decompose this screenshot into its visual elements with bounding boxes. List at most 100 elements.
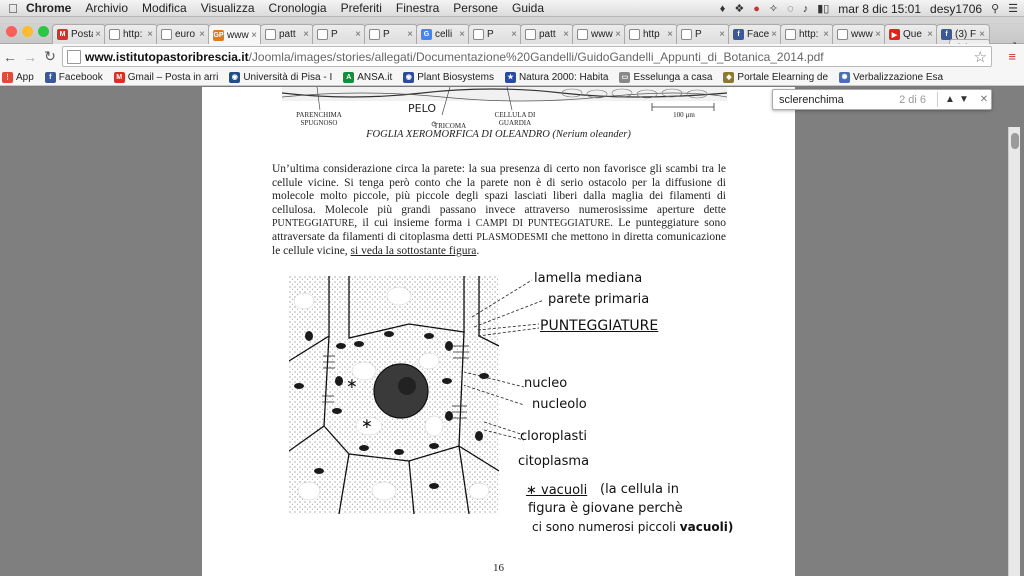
user-name[interactable]: desy1706 xyxy=(930,2,982,16)
browser-tab[interactable]: MPosta× xyxy=(52,24,106,44)
bookmark-favicon-icon: ✺ xyxy=(839,71,851,83)
menu-app-chrome[interactable]: Chrome xyxy=(26,1,71,15)
tab-close-icon[interactable]: × xyxy=(563,29,569,40)
tab-favicon-icon xyxy=(473,29,484,40)
bell-icon[interactable]: ♦ xyxy=(720,3,726,15)
browser-tab[interactable]: http: × xyxy=(104,24,158,44)
tab-favicon-icon: M xyxy=(57,29,68,40)
bookmark-item[interactable]: ✺ Verbalizzazione Esa xyxy=(837,71,944,83)
bookmark-item[interactable]: ▭ Esselunga a casa xyxy=(617,71,713,83)
pdf-scrollbar[interactable] xyxy=(1008,127,1020,576)
find-previous-icon[interactable]: ▲ xyxy=(943,94,957,105)
menu-visualizza[interactable]: Visualizza xyxy=(201,1,255,15)
browser-tab[interactable]: http: × xyxy=(780,24,834,44)
apple-icon[interactable]:  xyxy=(0,1,26,16)
menu-cronologia[interactable]: Cronologia xyxy=(269,1,327,15)
menu-finestra[interactable]: Finestra xyxy=(396,1,439,15)
browser-tab[interactable]: ▶ Que × xyxy=(884,24,938,44)
clock[interactable]: mar 8 dic 15:01 xyxy=(838,2,921,16)
find-close-icon[interactable]: ✕ xyxy=(977,94,991,105)
tab-close-icon[interactable]: × xyxy=(251,30,257,41)
browser-tab[interactable]: P × xyxy=(312,24,366,44)
svg-text:∗: ∗ xyxy=(361,416,373,432)
label-nucleolo: nucleolo xyxy=(532,397,587,412)
bookmark-item[interactable]: M Gmail – Posta in arri xyxy=(112,71,218,83)
tab-favicon-icon xyxy=(837,29,848,40)
bookmark-item[interactable]: ◉ Università di Pisa - I xyxy=(227,71,333,83)
chrome-menu-icon[interactable]: ≡ xyxy=(1008,49,1016,64)
browser-tab[interactable]: GP www × xyxy=(208,24,262,45)
reload-icon[interactable]: ↻ xyxy=(40,48,60,65)
menu-preferiti[interactable]: Preferiti xyxy=(341,1,382,15)
browser-tab[interactable]: patt × xyxy=(520,24,574,44)
bookmark-label: Verbalizzazione Esa xyxy=(853,71,944,83)
browser-tab[interactable]: P × xyxy=(676,24,730,44)
tab-close-icon[interactable]: × xyxy=(667,29,673,40)
address-bar[interactable]: www.istitutopastoribrescia.it/Joomla/ima… xyxy=(62,46,992,67)
tab-close-icon[interactable]: × xyxy=(147,29,153,40)
bookmark-label: Università di Pisa - I xyxy=(243,71,333,83)
browser-tab[interactable]: www × xyxy=(832,24,886,44)
figure-reference-link[interactable]: si veda la sottostante figura xyxy=(351,245,477,257)
menu-guida[interactable]: Guida xyxy=(512,1,544,15)
sync-icon[interactable]: ● xyxy=(753,3,760,15)
bookmark-item[interactable]: ★ Natura 2000: Habita xyxy=(503,71,608,83)
wifi-icon[interactable]: ◌ xyxy=(787,3,794,15)
dropbox-icon[interactable]: ❖ xyxy=(734,2,744,15)
spotlight-search-icon[interactable]: ⚲ xyxy=(991,2,999,15)
tab-close-icon[interactable]: × xyxy=(823,29,829,40)
browser-tab[interactable]: P × xyxy=(364,24,418,44)
menu-persone[interactable]: Persone xyxy=(453,1,498,15)
browser-tab[interactable]: euro × xyxy=(156,24,210,44)
bookmark-label: Esselunga a casa xyxy=(633,71,713,83)
bookmark-item[interactable]: ⋮ App xyxy=(0,71,34,83)
tab-favicon-icon xyxy=(265,29,276,40)
bookmark-item[interactable]: f Facebook xyxy=(43,71,103,83)
tab-close-icon[interactable]: × xyxy=(199,29,205,40)
bookmark-item[interactable]: ◉ Plant Biosystems xyxy=(401,71,494,83)
find-input[interactable]: sclerenchima xyxy=(779,94,899,106)
page-icon xyxy=(67,49,81,64)
back-icon[interactable]: ← xyxy=(0,49,20,65)
label-vacuoli: ∗ vacuoli xyxy=(526,483,588,498)
bookmark-item[interactable]: A ANSA.it xyxy=(341,71,392,83)
tab-favicon-icon xyxy=(109,29,120,40)
bookmark-star-icon[interactable]: ☆ xyxy=(974,48,987,66)
browser-tab[interactable]: P × xyxy=(468,24,522,44)
tab-close-icon[interactable]: × xyxy=(771,29,777,40)
tab-close-icon[interactable]: × xyxy=(927,29,933,40)
tab-close-icon[interactable]: × xyxy=(875,29,881,40)
browser-tab[interactable]: Gcelli × xyxy=(416,24,470,44)
bluetooth-icon[interactable]: ✧ xyxy=(769,2,778,15)
browser-tab[interactable]: f Face × xyxy=(728,24,782,44)
scrollbar-thumb[interactable] xyxy=(1011,133,1019,149)
tab-title: P xyxy=(383,29,390,40)
browser-tab[interactable]: www × xyxy=(572,24,626,44)
bookmark-item[interactable]: ◆ Portale Elearning de xyxy=(721,71,828,83)
volume-icon[interactable]: ♪ xyxy=(803,3,809,15)
tab-close-icon[interactable]: × xyxy=(459,29,465,40)
bookmark-favicon-icon: ◆ xyxy=(723,71,735,83)
tab-close-icon[interactable]: × xyxy=(511,29,517,40)
bookmarks-bar: ⋮ App f Facebook M Gmail – Posta in arri ◉ Univ… xyxy=(0,69,1024,86)
tab-close-icon[interactable]: × xyxy=(615,29,621,40)
forward-icon[interactable]: → xyxy=(20,49,40,65)
minimize-window-icon[interactable] xyxy=(22,26,33,37)
browser-tab[interactable]: patt × xyxy=(260,24,314,44)
tab-close-icon[interactable]: × xyxy=(719,29,725,40)
tab-close-icon[interactable]: × xyxy=(407,29,413,40)
find-next-icon[interactable]: ▼ xyxy=(957,94,971,105)
tab-close-icon[interactable]: × xyxy=(95,29,101,40)
tab-close-icon[interactable]: × xyxy=(355,29,361,40)
menu-modifica[interactable]: Modifica xyxy=(142,1,187,15)
battery-icon[interactable]: ▮▯ xyxy=(817,2,829,15)
term-plasmodesmi: PLASMODESMI xyxy=(476,231,548,243)
browser-tab[interactable]: http × xyxy=(624,24,678,44)
close-window-icon[interactable] xyxy=(6,26,17,37)
tab-favicon-icon xyxy=(681,29,692,40)
caption-scientific-name: (Nerium oleander) xyxy=(552,129,631,140)
menu-archivio[interactable]: Archivio xyxy=(85,1,128,15)
tab-close-icon[interactable]: × xyxy=(303,29,309,40)
zoom-window-icon[interactable] xyxy=(38,26,49,37)
notification-center-icon[interactable]: ☰ xyxy=(1008,2,1018,15)
